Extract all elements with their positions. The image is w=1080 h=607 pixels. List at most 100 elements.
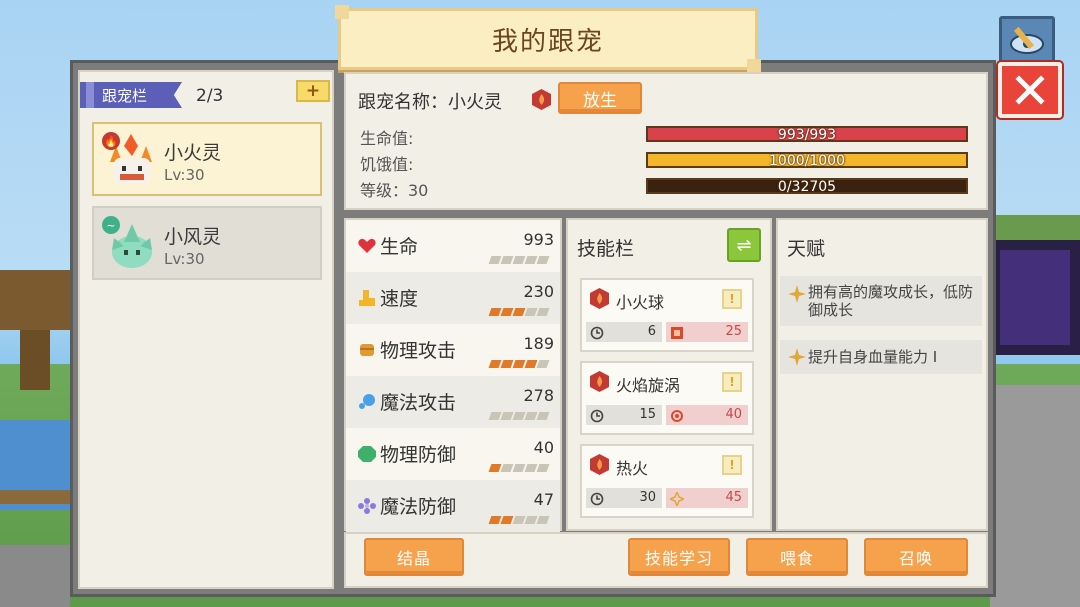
attribute-row: 魔法攻击 278 bbox=[346, 376, 560, 428]
growth-pip bbox=[500, 360, 514, 368]
exp-value: 0/32705 bbox=[777, 179, 837, 195]
fist-icon bbox=[358, 342, 376, 358]
skill-info-icon[interactable]: ! bbox=[722, 289, 742, 309]
growth-pip bbox=[524, 360, 538, 368]
growth-pip bbox=[512, 516, 526, 524]
talent-panel bbox=[776, 218, 988, 531]
growth-pip bbox=[512, 360, 526, 368]
growth-pip bbox=[512, 464, 526, 472]
growth-pip bbox=[488, 360, 502, 368]
growth-pip bbox=[536, 360, 550, 368]
attribute-growth-pips bbox=[488, 412, 550, 420]
attribute-name: 生命 bbox=[380, 236, 419, 258]
background-portal bbox=[1000, 250, 1070, 345]
growth-pip bbox=[488, 464, 502, 472]
close-button[interactable] bbox=[998, 62, 1062, 118]
talent-item: 提升自身血量能力 I bbox=[780, 340, 982, 374]
exp-bar: 0/32705 bbox=[646, 178, 968, 195]
attribute-name: 物理攻击 bbox=[380, 340, 457, 362]
attribute-growth-pips bbox=[488, 360, 550, 368]
growth-pip bbox=[488, 308, 502, 316]
attribute-value: 47 bbox=[533, 490, 554, 509]
growth-pip bbox=[500, 412, 514, 420]
magic-icon bbox=[358, 394, 376, 410]
pet-name: 小火灵 bbox=[164, 142, 222, 164]
attribute-value: 278 bbox=[523, 386, 554, 405]
release-button[interactable]: 放生 bbox=[558, 82, 642, 114]
fire-fox-avatar: 🔥 bbox=[102, 132, 160, 188]
growth-pip bbox=[512, 308, 526, 316]
growth-pip bbox=[512, 256, 526, 264]
pet-list-tag-label: 跟宠栏 bbox=[102, 86, 148, 105]
growth-pip bbox=[524, 464, 538, 472]
cooldown-value: 15 bbox=[639, 407, 656, 422]
power-icon bbox=[670, 408, 684, 422]
power-value: 45 bbox=[725, 490, 742, 505]
background-trunk bbox=[20, 330, 50, 390]
skill-card[interactable]: 热火! 30 45 bbox=[580, 444, 754, 518]
cooldown-value: 30 bbox=[639, 490, 656, 505]
pet-card-fire[interactable]: 🔥 小火灵 Lv:30 bbox=[92, 122, 322, 196]
attribute-value: 40 bbox=[533, 438, 554, 457]
learn-skill-button[interactable]: 技能学习 bbox=[628, 538, 730, 576]
clock-icon bbox=[590, 408, 604, 423]
boot-icon bbox=[358, 290, 376, 306]
eye-pencil-icon bbox=[1010, 26, 1044, 54]
skill-cooldown: 30 bbox=[586, 488, 662, 508]
background-stone-wall bbox=[990, 385, 1080, 607]
pet-name: 小风灵 bbox=[164, 226, 222, 248]
talent-title: 天赋 bbox=[787, 238, 826, 260]
view-toggle-button[interactable] bbox=[999, 16, 1055, 66]
growth-pip bbox=[500, 464, 514, 472]
growth-pip bbox=[488, 412, 502, 420]
power-icon bbox=[667, 489, 687, 509]
growth-pip bbox=[500, 256, 514, 264]
flower-icon bbox=[358, 498, 376, 514]
skill-card[interactable]: 小火球! 6 25 bbox=[580, 278, 754, 352]
attribute-name: 魔法攻击 bbox=[380, 392, 457, 414]
feed-button[interactable]: 喂食 bbox=[746, 538, 848, 576]
talent-text: 提升自身血量能力 I bbox=[808, 348, 938, 366]
background-tree bbox=[0, 270, 70, 330]
pet-card-wind[interactable]: ~ 小风灵 Lv:30 bbox=[92, 206, 322, 280]
level-label: 等级：30 bbox=[360, 181, 429, 200]
hp-value: 993/993 bbox=[777, 127, 837, 143]
hunger-bar: 1000/1000 bbox=[646, 152, 968, 169]
attribute-value: 993 bbox=[523, 230, 554, 249]
hp-label: 生命值: bbox=[360, 129, 414, 148]
talent-text: 拥有高的魔攻成长，低防御成长 bbox=[808, 283, 974, 319]
attribute-name: 物理防御 bbox=[380, 444, 457, 466]
wind-element-icon: ~ bbox=[102, 216, 120, 234]
summon-button[interactable]: 召唤 bbox=[864, 538, 968, 576]
growth-pip bbox=[524, 256, 538, 264]
growth-pip bbox=[524, 308, 538, 316]
growth-pip bbox=[500, 516, 514, 524]
growth-pip bbox=[512, 412, 526, 420]
attribute-row: 速度 230 bbox=[346, 272, 560, 324]
growth-pip bbox=[536, 412, 550, 420]
attribute-row: 物理防御 40 bbox=[346, 428, 560, 480]
growth-pip bbox=[488, 256, 502, 264]
sparkle-icon bbox=[788, 285, 806, 303]
crystal-button[interactable]: 结晶 bbox=[364, 538, 464, 576]
fire-element-icon bbox=[589, 454, 610, 475]
fire-element-icon bbox=[589, 371, 610, 392]
skill-card[interactable]: 火焰旋涡! 15 40 bbox=[580, 361, 754, 435]
power-value: 25 bbox=[725, 324, 742, 339]
attribute-value: 189 bbox=[523, 334, 554, 353]
hunger-value: 1000/1000 bbox=[769, 153, 845, 169]
sparkle-icon bbox=[788, 348, 806, 366]
skill-power: 45 bbox=[666, 488, 748, 509]
skill-name: 小火球 bbox=[616, 293, 665, 312]
add-pet-slot-button[interactable]: + bbox=[296, 80, 330, 102]
growth-pip bbox=[488, 516, 502, 524]
skill-name: 热火 bbox=[616, 459, 649, 478]
background-fence bbox=[0, 490, 70, 504]
swap-skills-button[interactable]: ⇌ bbox=[727, 228, 761, 262]
skill-info-icon[interactable]: ! bbox=[722, 455, 742, 475]
power-icon bbox=[670, 325, 684, 339]
cooldown-value: 6 bbox=[647, 324, 656, 339]
growth-pip bbox=[536, 256, 550, 264]
skill-power: 25 bbox=[666, 322, 748, 342]
skill-info-icon[interactable]: ! bbox=[722, 372, 742, 392]
